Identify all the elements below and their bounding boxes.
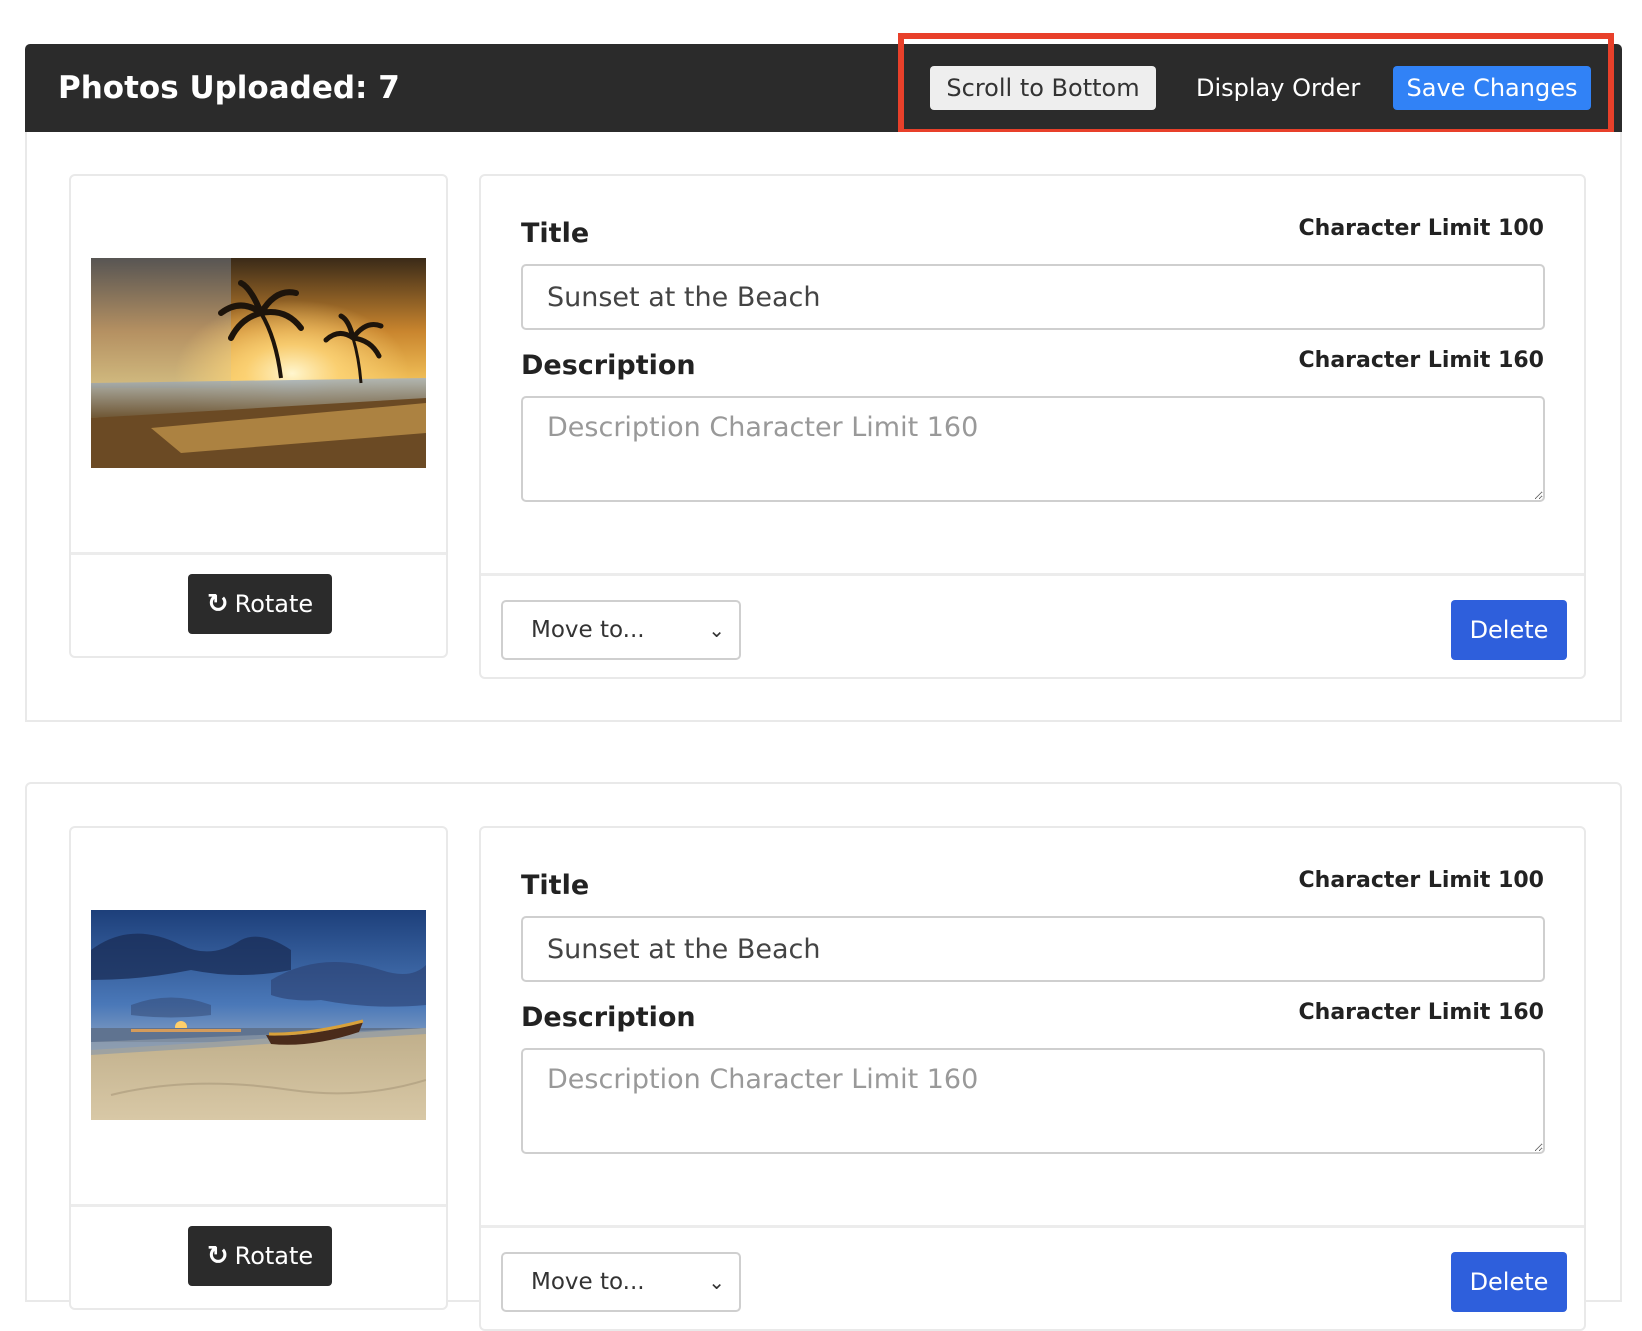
move-to-label: Move to... [531, 617, 645, 643]
photo-sunset-palm-beach [91, 258, 426, 468]
photo-card: ↻ Rotate Title Character Limit 100 Descr… [25, 782, 1622, 1331]
move-to-select[interactable]: Move to... ⌄ [501, 600, 741, 660]
rotate-button[interactable]: ↻ Rotate [188, 574, 332, 634]
description-textarea[interactable] [521, 396, 1545, 502]
title-character-limit: Character Limit 100 [1298, 868, 1544, 893]
delete-button[interactable]: Delete [1451, 1252, 1567, 1312]
description-character-limit: Character Limit 160 [1298, 1000, 1544, 1025]
form-divider [481, 573, 1584, 576]
title-label: Title [521, 218, 590, 249]
rotate-label: Rotate [234, 1242, 314, 1270]
title-character-limit: Character Limit 100 [1298, 216, 1544, 241]
title-input[interactable] [521, 916, 1545, 982]
title-label: Title [521, 870, 590, 901]
thumb-divider [71, 1204, 446, 1207]
photo-beach-boat-sunset [91, 910, 426, 1120]
description-label: Description [521, 350, 696, 381]
title-input[interactable] [521, 264, 1545, 330]
display-order-link[interactable]: Display Order [1196, 66, 1360, 110]
chevron-down-icon: ⌄ [708, 1270, 725, 1294]
save-changes-button[interactable]: Save Changes [1393, 66, 1591, 110]
rotate-button[interactable]: ↻ Rotate [188, 1226, 332, 1286]
rotate-icon: ↻ [206, 589, 229, 619]
description-textarea[interactable] [521, 1048, 1545, 1154]
photo-details-form: Title Character Limit 100 Description Ch… [479, 826, 1586, 1331]
delete-button[interactable]: Delete [1451, 600, 1567, 660]
scroll-to-bottom-button[interactable]: Scroll to Bottom [930, 66, 1156, 110]
description-label: Description [521, 1002, 696, 1033]
rotate-label: Rotate [234, 590, 314, 618]
photo-card: ↻ Rotate Title Character Limit 100 Descr… [25, 132, 1622, 722]
form-divider [481, 1225, 1584, 1228]
move-to-select[interactable]: Move to... ⌄ [501, 1252, 741, 1312]
thumb-divider [71, 552, 446, 555]
page-title: Photos Uploaded: 7 [58, 70, 400, 106]
rotate-icon: ↻ [206, 1241, 229, 1271]
header-bar: Photos Uploaded: 7 Scroll to Bottom Disp… [25, 44, 1622, 132]
move-to-label: Move to... [531, 1269, 645, 1295]
photo-details-form: Title Character Limit 100 Description Ch… [479, 174, 1586, 679]
photo-thumbnail-panel: ↻ Rotate [69, 174, 448, 658]
description-character-limit: Character Limit 160 [1298, 348, 1544, 373]
photo-thumbnail-panel: ↻ Rotate [69, 826, 448, 1310]
chevron-down-icon: ⌄ [708, 618, 725, 642]
